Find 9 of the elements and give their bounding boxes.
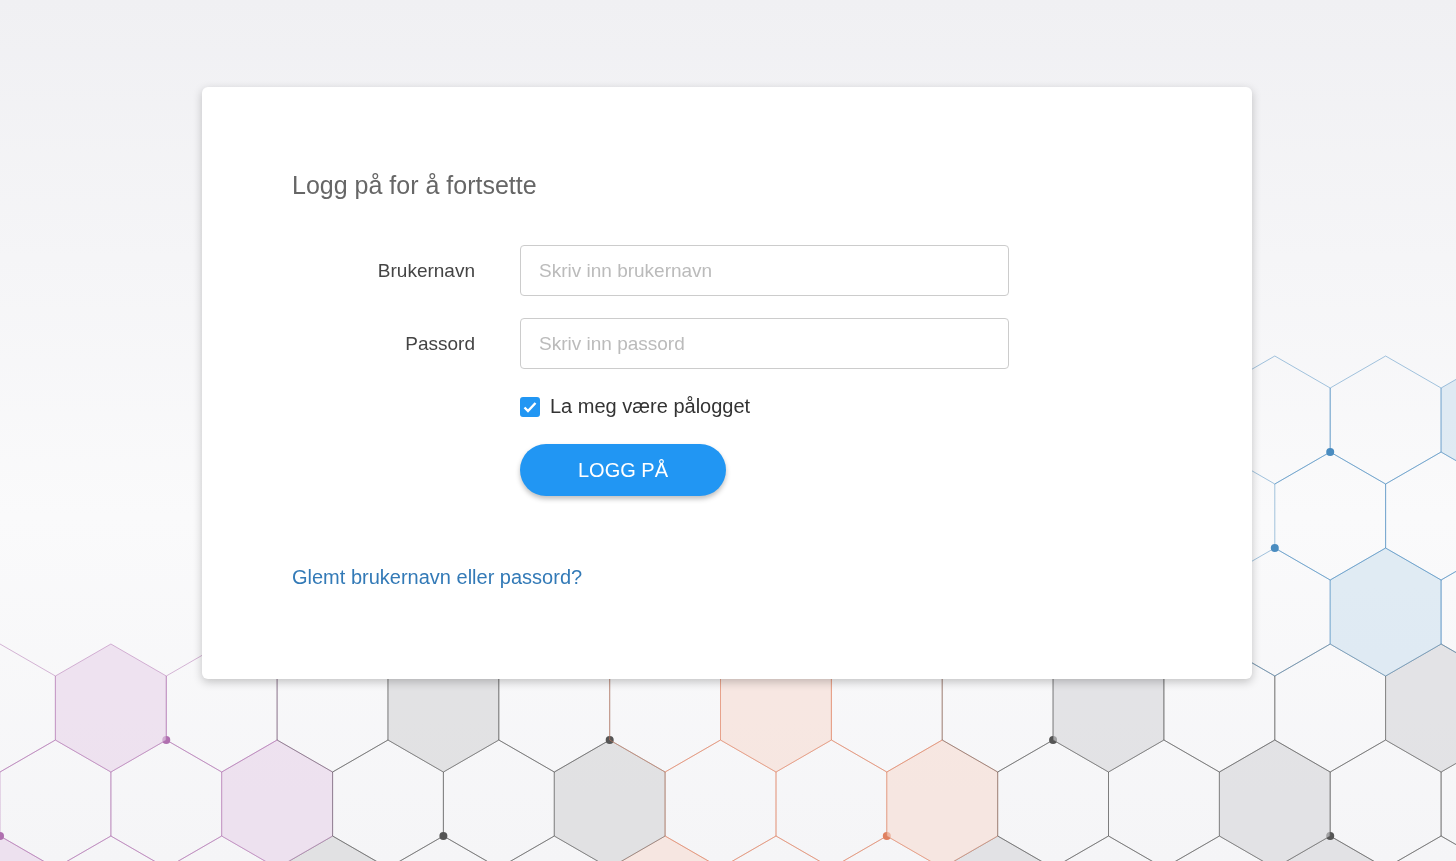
forgot-password-link[interactable]: Glemt brukernavn eller passord? bbox=[292, 566, 583, 589]
field-label: Passord bbox=[404, 332, 475, 355]
password-field[interactable]: Skriv inn passord bbox=[520, 318, 1009, 369]
login-title: Logg på for å fortsette bbox=[292, 171, 538, 200]
username-field[interactable]: Skriv inn brukernavn bbox=[520, 245, 1009, 296]
login-button[interactable]: LOGG PÅ bbox=[520, 444, 726, 496]
checkbox-label: La meg være pålogget bbox=[550, 395, 751, 418]
checkbox[interactable] bbox=[520, 396, 540, 417]
field-label: Brukernavn bbox=[376, 259, 475, 282]
